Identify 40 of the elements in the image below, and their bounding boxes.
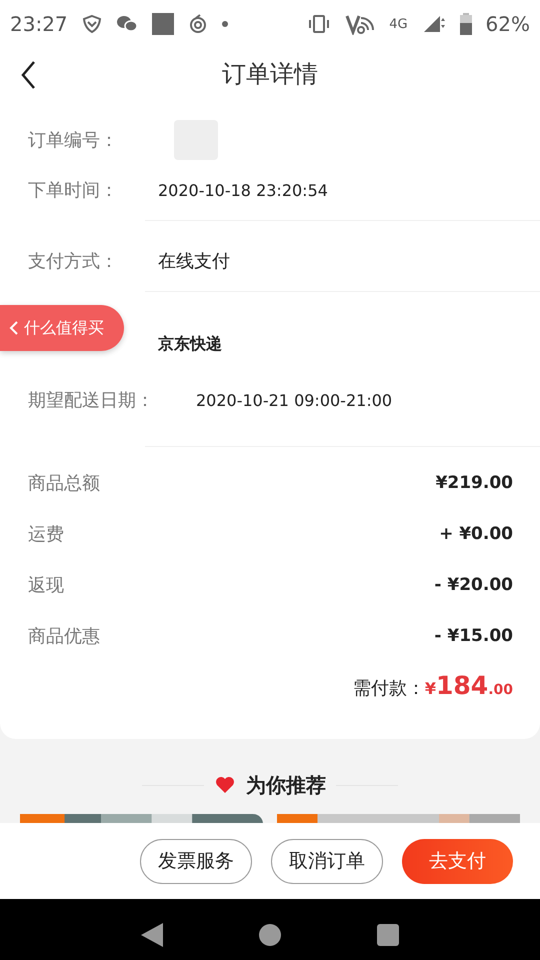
swirl-icon: [188, 14, 208, 34]
field-value: 2020-10-21 09:00-21:00: [196, 390, 392, 410]
shield-icon: [82, 14, 102, 34]
total-label: 需付款：: [352, 677, 425, 700]
page-title: 订单详情: [222, 59, 318, 90]
chevron-icon: [8, 320, 20, 336]
amount-label: 商品优惠: [28, 624, 100, 648]
back-nav-icon[interactable]: [141, 923, 163, 947]
amount-label: 返现: [28, 574, 64, 596]
status-time: 23:27: [10, 12, 68, 36]
heart-icon: [214, 775, 236, 795]
field-value: 2020-10-18 23:20:54: [158, 180, 328, 200]
amount-label: 运费: [28, 522, 64, 546]
field-label: 支付方式：: [28, 250, 119, 273]
field-value: 京东快递: [158, 334, 222, 354]
home-nav-icon[interactable]: [259, 924, 281, 946]
action-button[interactable]: 取消订单: [271, 838, 383, 884]
section-title: 为你推荐: [246, 772, 326, 798]
field-label: 下单时间：: [28, 179, 119, 202]
signal-icon: [422, 14, 446, 34]
field-value: 在线支付: [158, 250, 230, 273]
battery-level: 62%: [486, 12, 530, 36]
amount-value: - ¥15.00: [434, 626, 513, 646]
amount-label: 商品总额: [28, 472, 100, 494]
total-amount: 184: [436, 671, 488, 700]
pay-button[interactable]: 去支付: [402, 838, 513, 884]
currency-sign: ¥: [424, 679, 436, 698]
wifi-call-icon: [345, 13, 376, 35]
network-type: 4G: [389, 16, 408, 32]
square-icon: [152, 13, 174, 35]
amount-value: ¥219.00: [436, 472, 513, 492]
total-decimal: .00: [488, 682, 513, 698]
action-button[interactable]: 发票服务: [140, 838, 252, 884]
battery-icon: [460, 13, 472, 35]
amount-value: - ¥20.00: [434, 574, 513, 594]
field-label: 期望配送日期：: [28, 389, 155, 412]
field-label: 订单编号：: [28, 129, 119, 152]
vibrate-icon: [307, 14, 332, 34]
amount-value: + ¥0.00: [439, 524, 513, 544]
dot-icon: [222, 21, 228, 27]
